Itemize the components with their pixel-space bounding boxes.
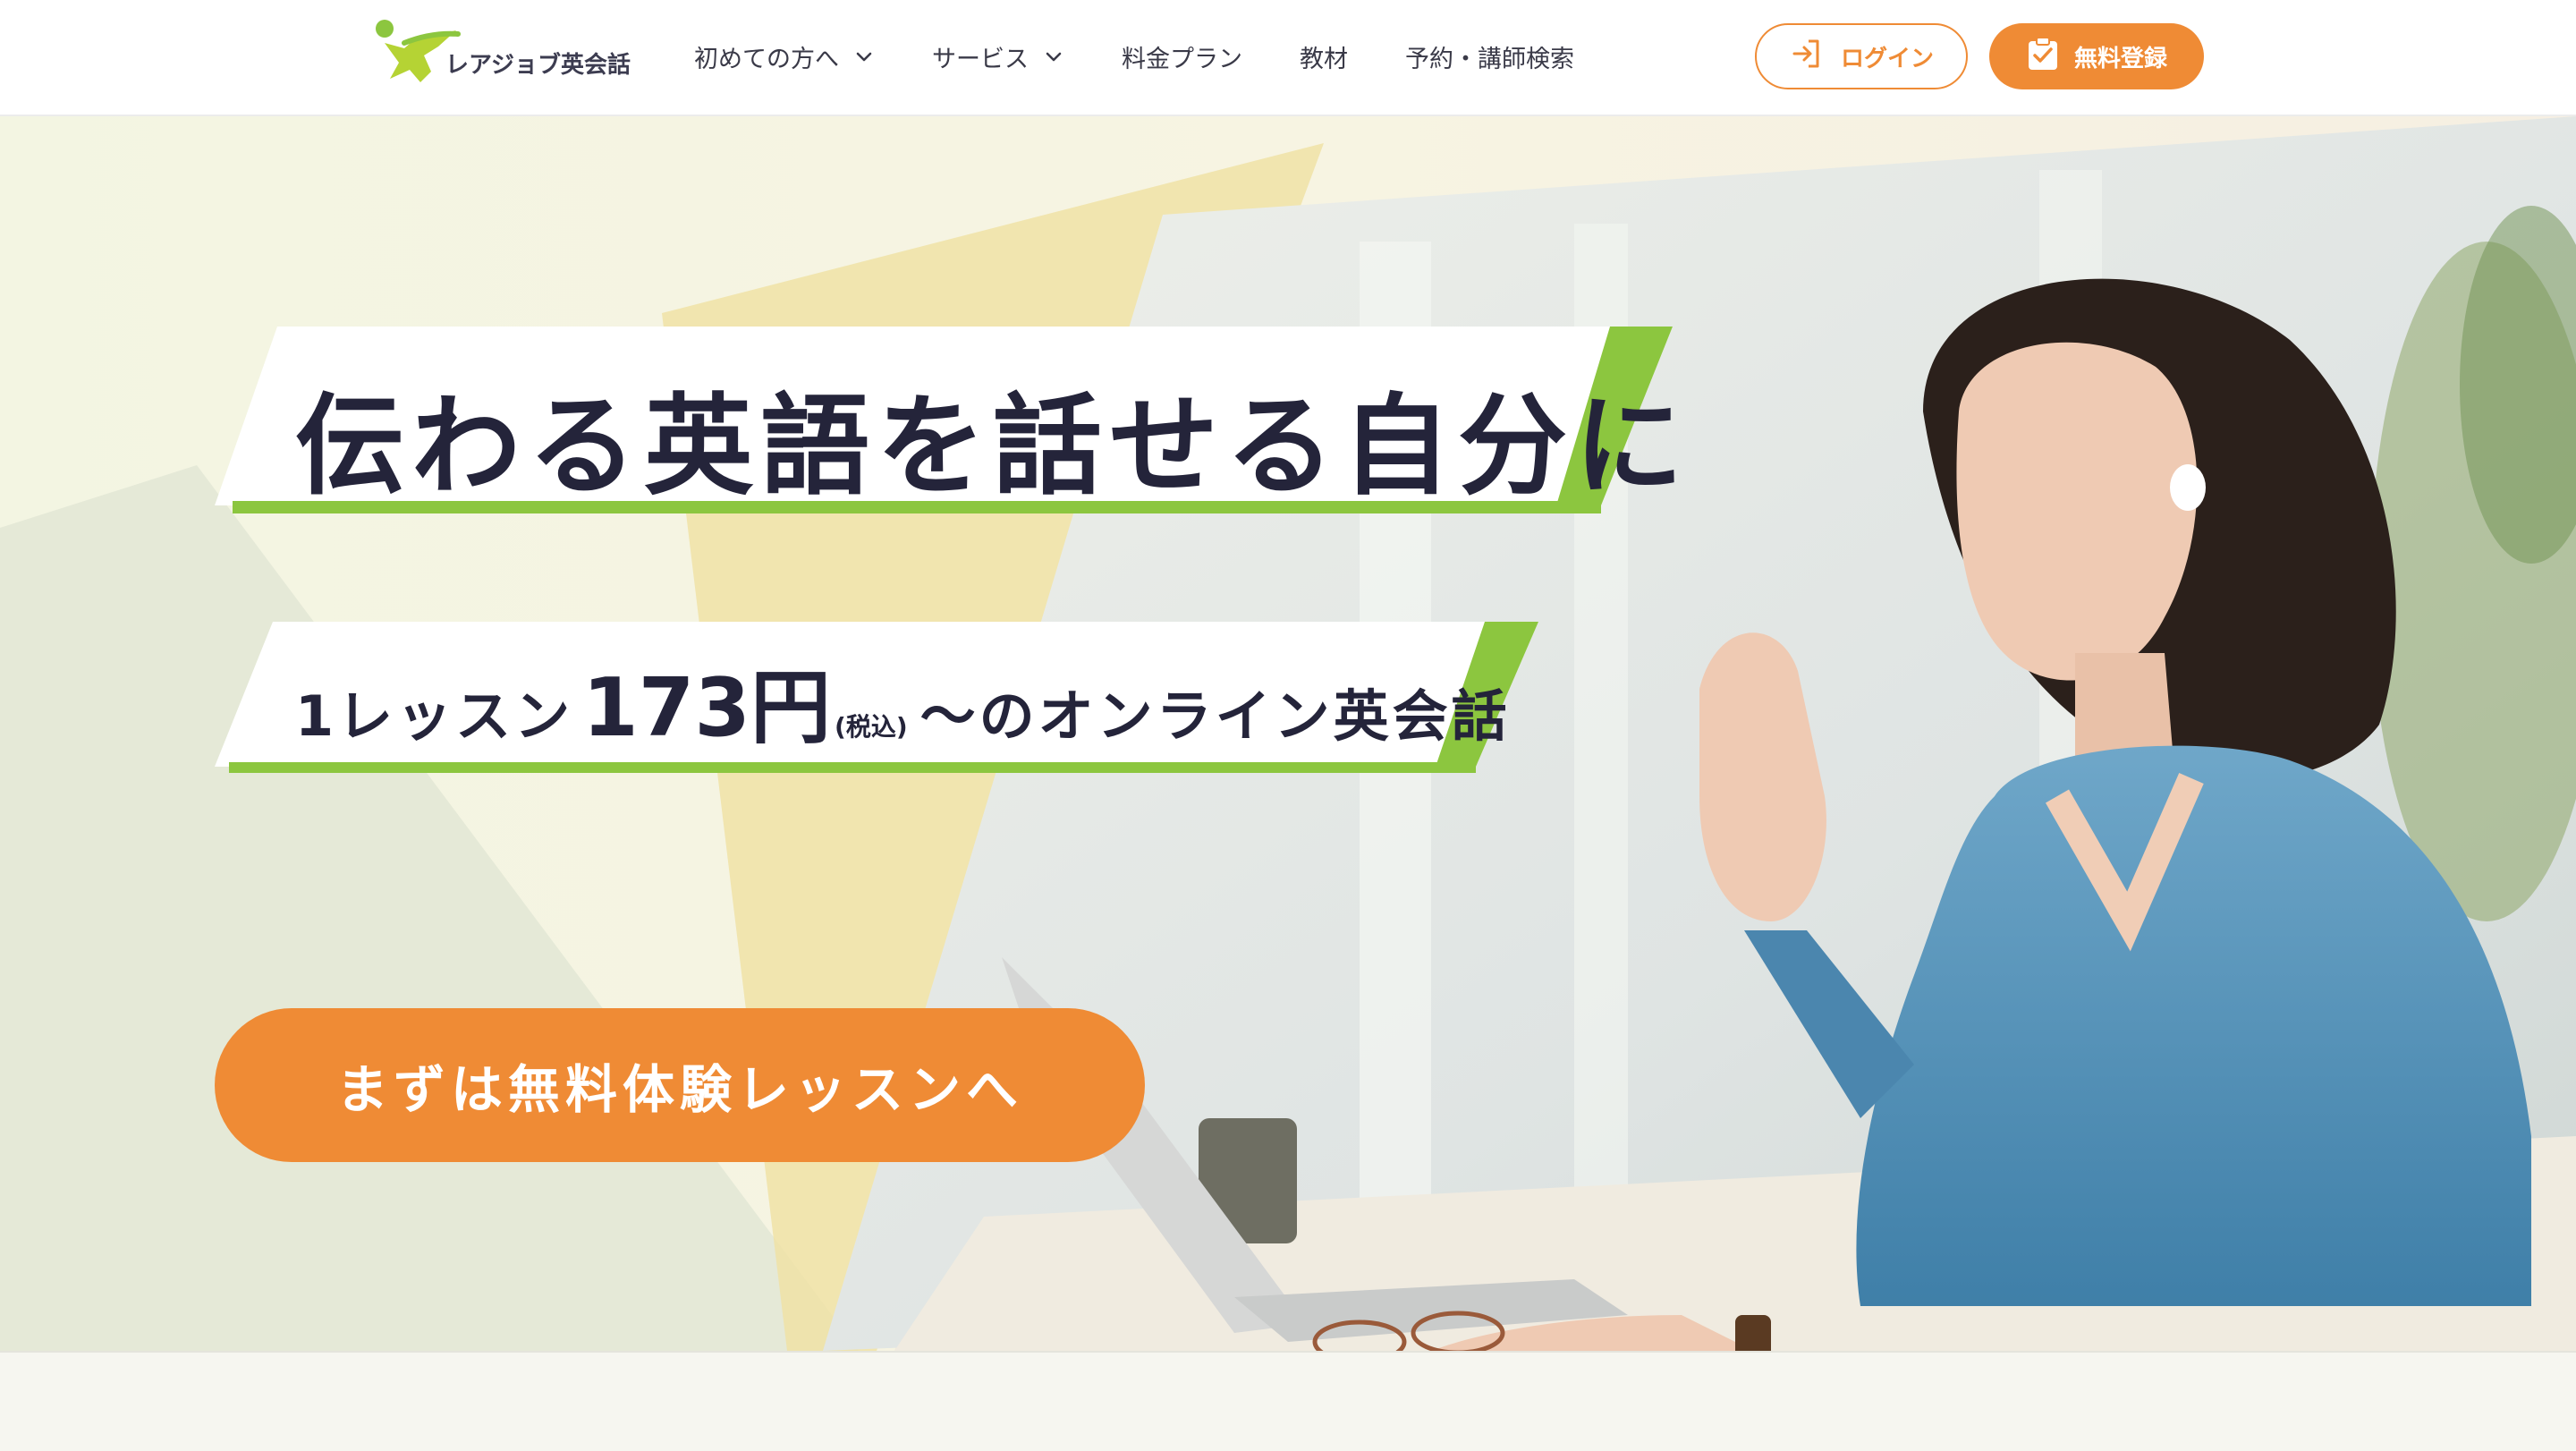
- nav-item-beginners[interactable]: 初めての方へ: [694, 39, 875, 74]
- sub-lesson-text: 1レッスン: [295, 683, 574, 749]
- logo-text: レアジョブ英会話: [445, 51, 631, 79]
- login-arrow-icon: [1789, 36, 1841, 78]
- login-label: ログイン: [1840, 45, 1934, 72]
- clipboard-check-icon: [2026, 36, 2074, 78]
- nav-item-pricing[interactable]: 料金プラン: [1122, 39, 1242, 74]
- nav-item-materials[interactable]: 教材: [1300, 39, 1348, 74]
- nav-item-label: 初めての方へ: [694, 45, 839, 73]
- chevron-down-icon: [853, 46, 875, 67]
- logo-star-icon: [369, 16, 467, 98]
- nav-item-label: 予約・講師検索: [1405, 45, 1574, 73]
- chevron-down-icon: [1043, 46, 1064, 67]
- hero-subheadline: 1レッスン 173円 (税込) 〜のオンライン英会話: [295, 642, 1511, 759]
- nav-item-label: 料金プラン: [1122, 45, 1242, 73]
- register-label: 無料登録: [2073, 45, 2167, 72]
- nav-item-label: サービス: [932, 45, 1029, 73]
- hero-section: 伝わる英語を話せる自分に 1レッスン 173円 (税込) 〜のオンライン英会話 …: [0, 116, 2576, 1351]
- free-trial-cta-button[interactable]: まずは無料体験レッスンへ: [215, 1008, 1145, 1162]
- login-button[interactable]: ログイン: [1755, 23, 1968, 89]
- register-button[interactable]: 無料登録: [1989, 23, 2204, 89]
- sub-rest-text: 〜のオンライン英会話: [919, 683, 1511, 749]
- nav-item-booking[interactable]: 予約・講師検索: [1405, 39, 1574, 74]
- sub-tax-text: (税込): [835, 712, 908, 742]
- main-nav: 初めての方へ サービス 料金プラン 教材 予約・講師検索: [694, 0, 1631, 113]
- nav-item-services[interactable]: サービス: [932, 39, 1064, 74]
- site-header: レアジョブ英会話 初めての方へ サービス 料金プラン 教材 予約・講師検索 ログ…: [0, 0, 2576, 116]
- sub-price-text: 173円: [582, 661, 832, 755]
- next-section-strip: [0, 1351, 2576, 1451]
- hero-headline: 伝わる英語を話せる自分に: [295, 383, 1690, 510]
- nav-item-label: 教材: [1300, 45, 1348, 73]
- logo[interactable]: レアジョブ英会話: [369, 16, 631, 98]
